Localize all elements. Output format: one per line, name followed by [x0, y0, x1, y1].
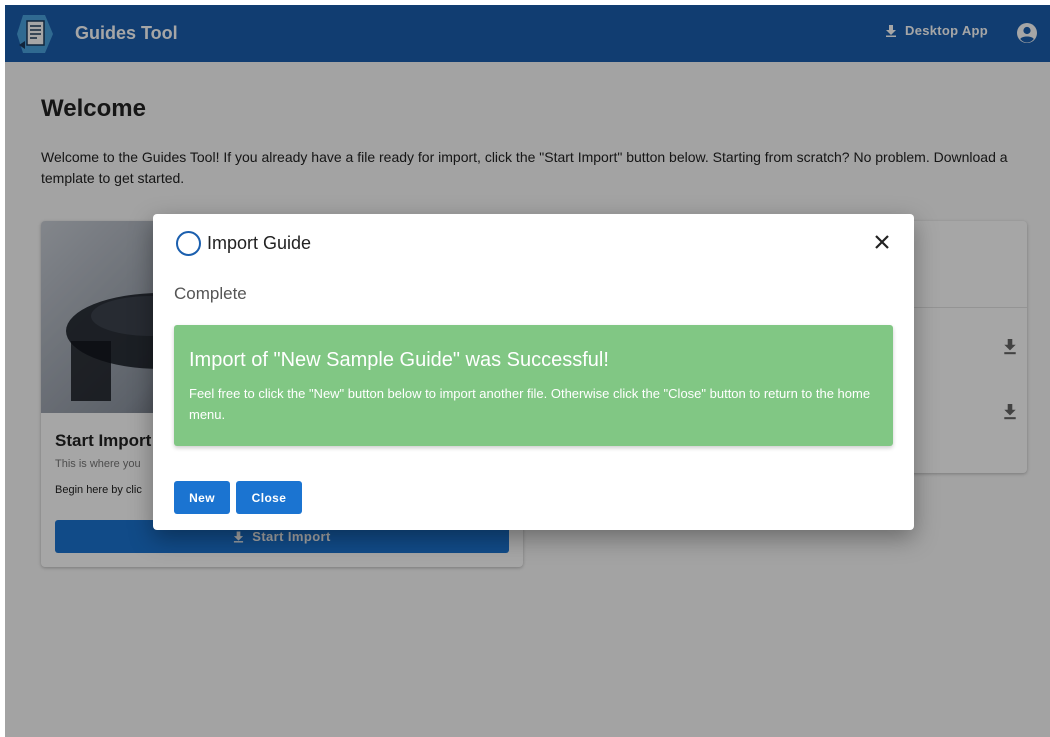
new-button[interactable]: New [174, 481, 230, 514]
circle-outline-icon [176, 231, 201, 256]
success-alert: Import of "New Sample Guide" was Success… [174, 325, 893, 446]
app-window: Guides Tool Desktop App Welcome Welcome … [5, 5, 1050, 737]
success-message: Feel free to click the "New" button belo… [189, 386, 871, 422]
import-guide-dialog: Import Guide Complete Import of "New Sam… [153, 214, 914, 530]
dialog-title: Import Guide [207, 233, 312, 253]
import-status: Complete [174, 284, 247, 303]
success-title: Import of "New Sample Guide" was Success… [189, 349, 609, 371]
close-button[interactable]: Close [236, 481, 302, 514]
close-icon[interactable] [873, 233, 891, 251]
